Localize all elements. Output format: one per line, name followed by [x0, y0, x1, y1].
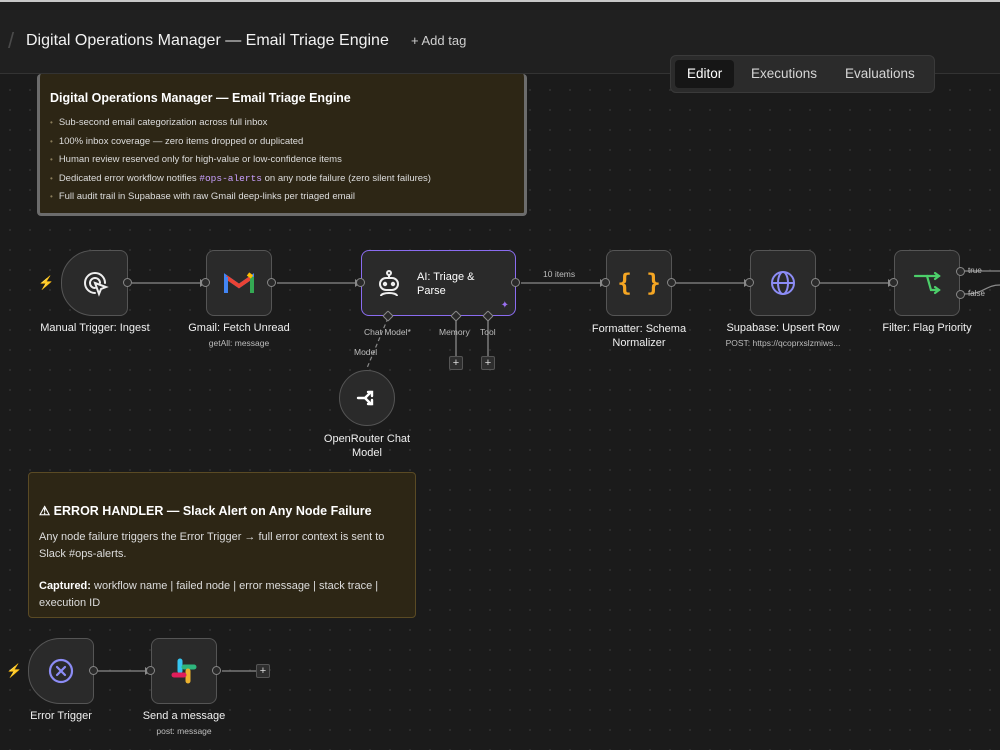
node-label: Supabase: Upsert Row [726, 322, 840, 334]
openrouter-icon [340, 371, 394, 425]
pointer-click-icon [62, 251, 127, 315]
branch-label-false: false [968, 289, 985, 298]
node-subtitle: getAll: message [208, 338, 270, 348]
node-title: AI: Triage & Parse [417, 270, 474, 298]
node-gmail[interactable] [206, 250, 272, 316]
node-subtitle: POST: https://qcoprxslzmiws... [725, 338, 841, 348]
trigger-bolt-icon: ⚡ [6, 663, 23, 678]
node-filter[interactable] [894, 250, 960, 316]
output-port-true[interactable] [956, 267, 965, 276]
connection-wire-model [366, 317, 389, 369]
node-title-line: AI: Triage & [417, 271, 475, 283]
node-label: Send a message [142, 710, 226, 722]
output-port[interactable] [267, 278, 276, 287]
output-port[interactable] [667, 278, 676, 287]
pin-icon: ✦ [500, 300, 509, 311]
node-subtitle: post: message [156, 726, 212, 736]
curly-braces-icon: { } [617, 269, 661, 297]
gmail-icon [207, 251, 271, 315]
output-port[interactable] [212, 666, 221, 675]
port-label-tool: Tool [480, 327, 496, 337]
add-tool-button[interactable]: + [481, 356, 495, 370]
node-label: OpenRouter Chat Model [307, 432, 427, 460]
node-label-line: Formatter: Schema [591, 323, 687, 335]
node-title-line: Parse [417, 285, 446, 297]
input-port[interactable] [889, 278, 898, 287]
robot-icon [374, 269, 404, 304]
x-circle-icon [29, 639, 93, 703]
items-count-label: 10 items [543, 269, 576, 279]
output-port[interactable] [89, 666, 98, 675]
output-port[interactable] [511, 278, 520, 287]
globe-icon [751, 251, 815, 315]
node-formatter[interactable]: { } [606, 250, 672, 316]
input-port[interactable] [601, 278, 610, 287]
node-label: Gmail: Fetch Unread [188, 322, 290, 334]
input-port[interactable] [356, 278, 365, 287]
node-label: Manual Trigger: Ingest [40, 322, 150, 334]
node-label: Filter: Flag Priority [882, 322, 972, 334]
node-slack[interactable] [151, 638, 217, 704]
node-ai-triage[interactable]: AI: Triage & Parse ✦ [361, 250, 516, 316]
port-label-chat-model: Chat Model* [364, 327, 411, 337]
split-arrows-icon [895, 251, 959, 315]
node-openrouter[interactable] [339, 370, 395, 426]
output-port[interactable] [811, 278, 820, 287]
input-port[interactable] [201, 278, 210, 287]
node-label: Formatter: Schema Normalizer [578, 322, 700, 350]
node-label-line: Normalizer [612, 337, 666, 349]
branch-label-true: true [968, 266, 982, 275]
node-supabase[interactable] [750, 250, 816, 316]
add-memory-button[interactable]: + [449, 356, 463, 370]
node-label: Error Trigger [30, 710, 92, 722]
connections-layer [98, 270, 1000, 675]
node-label-line: OpenRouter Chat [323, 433, 411, 445]
slack-icon [152, 639, 216, 703]
output-port[interactable] [123, 278, 132, 287]
node-manual-trigger[interactable] [61, 250, 128, 316]
output-port-false[interactable] [956, 290, 965, 299]
node-error-trigger[interactable] [28, 638, 94, 704]
model-edge-label: Model [354, 347, 378, 357]
add-node-button[interactable]: + [256, 664, 270, 678]
port-label-memory: Memory [439, 327, 470, 337]
node-label-line: Model [352, 447, 382, 459]
trigger-bolt-icon: ⚡ [38, 275, 55, 290]
input-port[interactable] [146, 666, 155, 675]
input-port[interactable] [745, 278, 754, 287]
